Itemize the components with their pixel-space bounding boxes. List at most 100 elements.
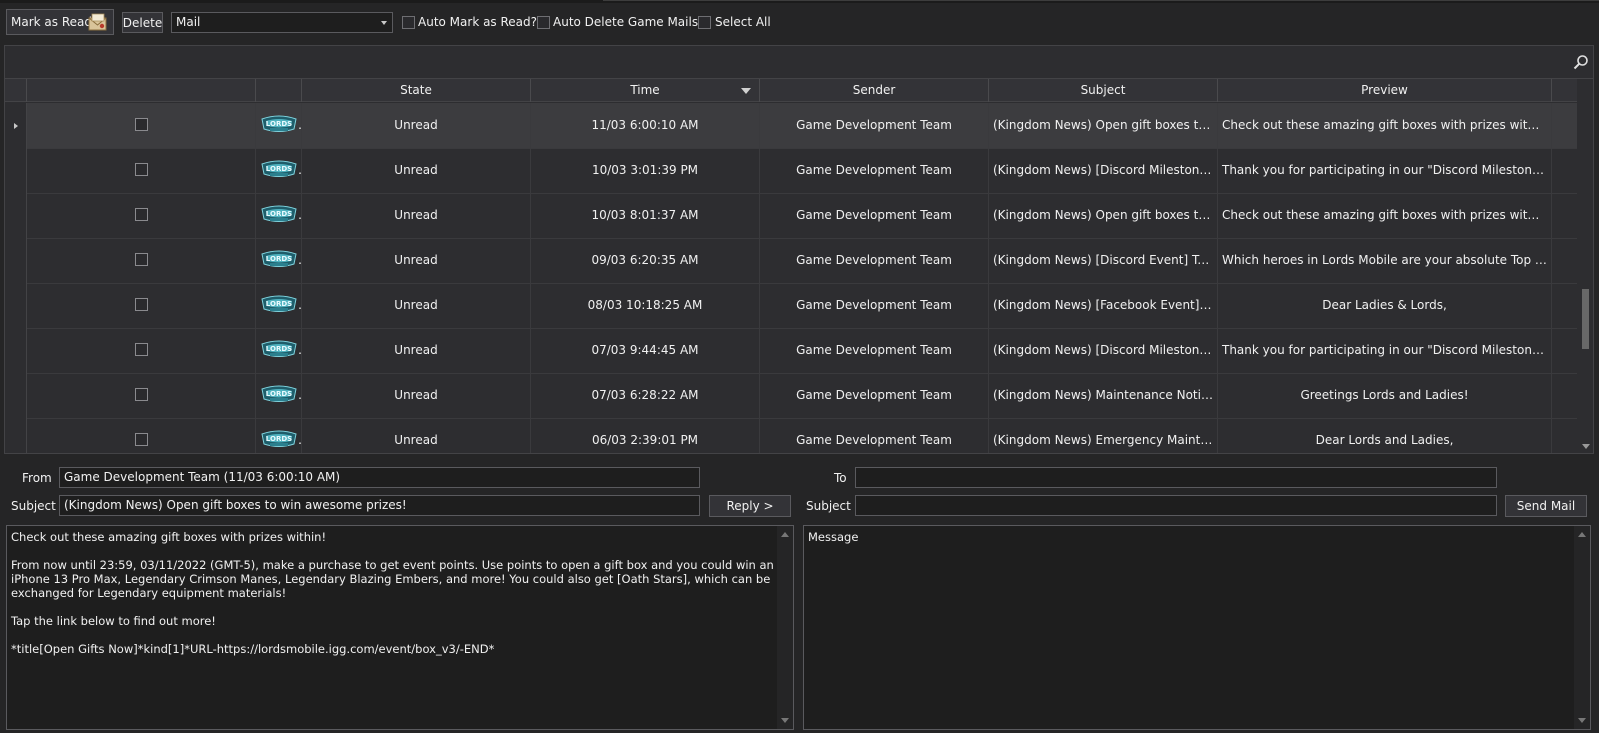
cell-sender: Game Development Team <box>760 328 989 373</box>
table-row[interactable]: LORDS Unread 11/03 6:00:10 AM Game Developm… <box>5 103 1577 149</box>
row-checkbox[interactable] <box>134 433 148 446</box>
cell-sender: Game Development Team <box>760 103 989 148</box>
lords-mobile-logo: LORDS <box>261 385 297 402</box>
grid-scrollbar-thumb[interactable] <box>1582 289 1589 349</box>
cell-state: Unread <box>302 193 531 238</box>
row-checkbox[interactable] <box>134 118 148 131</box>
chevron-down-icon <box>381 21 387 25</box>
top-border <box>0 0 1599 3</box>
cell-preview: Thank you for participating in our "Disc… <box>1218 148 1552 193</box>
cell-sender: Game Development Team <box>760 283 989 328</box>
header-subject[interactable]: Subject <box>989 79 1218 102</box>
cell-preview: Greetings Lords and Ladies! <box>1218 373 1552 418</box>
cell-sender: Game Development Team <box>760 148 989 193</box>
message-body-scrollbar[interactable] <box>777 526 793 729</box>
send-mail-button[interactable]: Send Mail <box>1505 495 1587 517</box>
select-all-checkbox[interactable] <box>698 16 711 29</box>
table-row[interactable]: LORDS Unread 06/03 2:39:01 PM Game Developm… <box>5 418 1577 453</box>
table-row[interactable]: LORDS Unread 08/03 10:18:25 AM Game Develop… <box>5 283 1577 329</box>
table-row[interactable]: LORDS Unread 07/03 6:28:22 AM Game Developm… <box>5 373 1577 419</box>
message-compose-text: Message <box>808 530 859 544</box>
row-select-cell <box>27 283 256 328</box>
from-field[interactable]: Game Development Team (11/03 6:00:10 AM) <box>59 467 700 488</box>
header-sender[interactable]: Sender <box>760 79 989 102</box>
cell-preview: Thank you for participating in our "Disc… <box>1218 328 1552 373</box>
row-indicator <box>5 283 27 328</box>
row-select-cell <box>27 328 256 373</box>
header-preview[interactable]: Preview <box>1218 79 1552 102</box>
header-time[interactable]: Time <box>531 79 760 102</box>
scroll-down-icon[interactable] <box>1578 718 1586 723</box>
grid-scrollbar[interactable] <box>1578 103 1593 453</box>
cell-preview: Check out these amazing gift boxes with … <box>1218 193 1552 238</box>
cell-subject: (Kingdom News) [Facebook Event] Happy Wo… <box>989 283 1218 328</box>
row-checkbox[interactable] <box>134 388 148 401</box>
cell-subject: (Kingdom News) Emergency Maintenance Not… <box>989 418 1218 453</box>
cell-subject: (Kingdom News) Open gift boxes to win aw… <box>989 103 1218 148</box>
reply-button[interactable]: Reply > <box>709 495 791 517</box>
row-indicator <box>5 373 27 418</box>
svg-text:LORDS: LORDS <box>266 300 292 308</box>
mark-as-read-button[interactable]: Mark as Read <box>6 9 114 35</box>
sender-logo-cell: LORDS <box>256 193 302 238</box>
header-state[interactable]: State <box>302 79 531 102</box>
cell-time: 08/03 10:18:25 AM <box>531 283 760 328</box>
lords-mobile-logo: LORDS <box>261 115 297 132</box>
message-compose[interactable]: Message <box>803 525 1591 730</box>
find-panel <box>5 46 1593 79</box>
row-select-cell <box>27 238 256 283</box>
table-row[interactable]: LORDS Unread 07/03 9:44:45 AM Game Developm… <box>5 328 1577 374</box>
row-checkbox[interactable] <box>134 208 148 221</box>
row-indicator <box>5 328 27 373</box>
message-compose-scrollbar[interactable] <box>1574 526 1590 729</box>
sender-logo-cell: LORDS <box>256 373 302 418</box>
lords-mobile-logo: LORDS <box>261 250 297 267</box>
scroll-up-icon[interactable] <box>1578 532 1586 537</box>
auto-mark-read-checkbox[interactable] <box>402 16 415 29</box>
cell-preview: Dear Lords and Ladies, <box>1218 418 1552 453</box>
header-icon[interactable] <box>256 79 302 102</box>
row-checkbox[interactable] <box>134 163 148 176</box>
message-body-line: Tap the link below to find out more! <box>11 614 216 628</box>
auto-mark-read-label: Auto Mark as Read? <box>418 15 538 29</box>
row-checkbox[interactable] <box>134 298 148 311</box>
cell-time: 10/03 3:01:39 PM <box>531 148 760 193</box>
auto-delete-game-mails-label: Auto Delete Game Mails? <box>553 15 705 29</box>
sender-logo-cell: LORDS <box>256 418 302 453</box>
folder-select[interactable]: Mail <box>171 12 393 33</box>
scroll-down-icon[interactable] <box>1582 444 1590 449</box>
cell-state: Unread <box>302 418 531 453</box>
table-row[interactable]: LORDS Unread 10/03 3:01:39 PM Game Developm… <box>5 148 1577 194</box>
folder-select-value: Mail <box>176 15 201 29</box>
row-select-cell <box>27 148 256 193</box>
cell-sender: Game Development Team <box>760 238 989 283</box>
scroll-down-icon[interactable] <box>781 718 789 723</box>
table-row[interactable]: LORDS Unread 10/03 8:01:37 AM Game Developm… <box>5 193 1577 239</box>
to-field[interactable] <box>855 467 1497 488</box>
cell-time: 07/03 6:28:22 AM <box>531 373 760 418</box>
row-checkbox[interactable] <box>134 343 148 356</box>
auto-delete-game-mails-checkbox[interactable] <box>537 16 550 29</box>
search-icon[interactable] <box>1573 54 1589 70</box>
row-checkbox[interactable] <box>134 253 148 266</box>
delete-button[interactable]: Delete <box>122 12 163 33</box>
message-body-line <box>11 628 775 642</box>
sort-descending-icon <box>741 88 751 94</box>
row-indicator <box>5 103 27 148</box>
header-select[interactable] <box>27 79 256 102</box>
reader-subject-label: Subject <box>11 499 56 513</box>
scroll-up-icon[interactable] <box>781 532 789 537</box>
message-body-line: Check out these amazing gift boxes with … <box>11 530 327 544</box>
row-indicator <box>5 238 27 283</box>
table-row[interactable]: LORDS Unread 09/03 6:20:35 AM Game Developm… <box>5 238 1577 284</box>
reader-subject-field[interactable]: (Kingdom News) Open gift boxes to win aw… <box>59 495 700 516</box>
svg-text:LORDS: LORDS <box>266 390 292 398</box>
cell-state: Unread <box>302 103 531 148</box>
svg-text:LORDS: LORDS <box>266 435 292 443</box>
message-body[interactable]: Check out these amazing gift boxes with … <box>6 525 794 730</box>
cell-subject: (Kingdom News) [Discord Milestone] Rewar… <box>989 328 1218 373</box>
svg-text:LORDS: LORDS <box>266 210 292 218</box>
composer-subject-field[interactable] <box>855 495 1497 516</box>
cell-state: Unread <box>302 328 531 373</box>
cell-time: 07/03 9:44:45 AM <box>531 328 760 373</box>
